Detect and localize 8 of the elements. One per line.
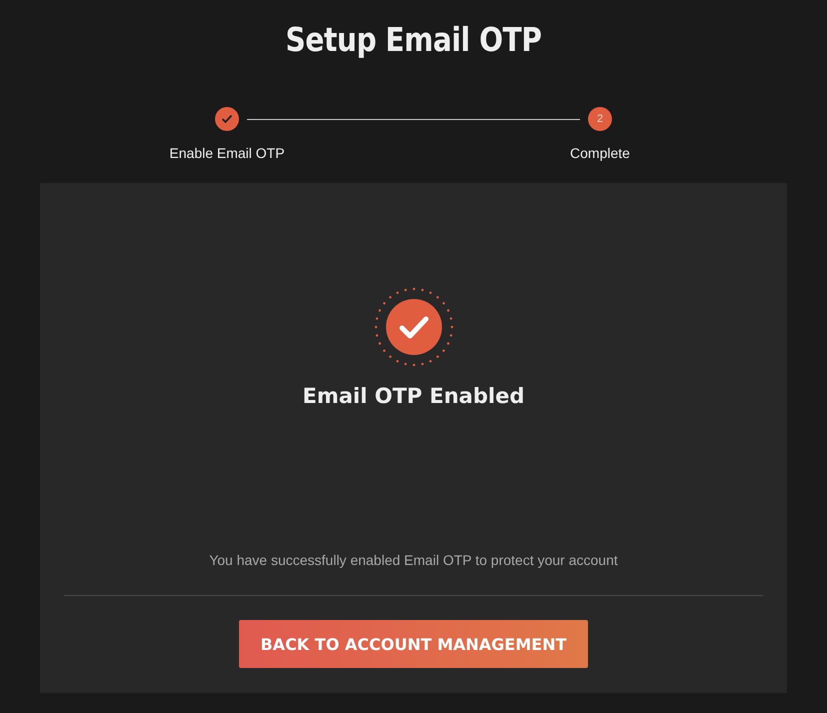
step-label: Enable Email OTP	[169, 145, 285, 161]
back-button[interactable]: BACK TO ACCOUNT MANAGEMENT	[239, 620, 588, 668]
step-number: 2	[588, 107, 612, 131]
page-title: Setup Email OTP	[284, 19, 542, 61]
step-label: Complete	[570, 145, 630, 161]
success-message: You have successfully enabled Email OTP to protect your account	[209, 552, 618, 568]
success-check-icon	[372, 286, 454, 368]
success-heading: Email OTP Enabled	[302, 384, 524, 408]
